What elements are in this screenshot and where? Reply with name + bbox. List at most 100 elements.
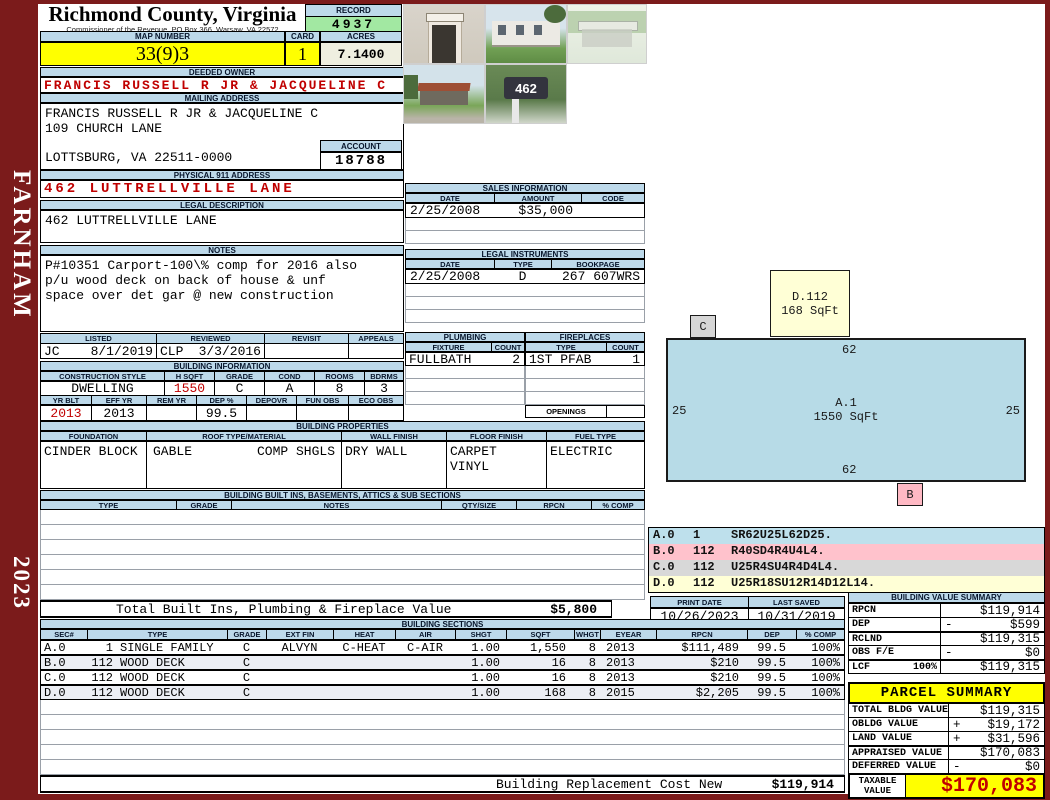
photo-outbuilding[interactable]	[403, 64, 485, 124]
house-window	[498, 25, 506, 35]
extfin-label: EXT FIN	[266, 630, 333, 639]
notes-label: NOTES	[40, 245, 404, 255]
parcel-label: APPRAISED VALUE	[849, 747, 949, 759]
parcel-sign: +	[953, 732, 961, 745]
row-type-name: WOOD DECK	[120, 671, 185, 684]
photo-mailbox[interactable]: 462	[485, 64, 567, 124]
bvs-label: LCF	[852, 661, 871, 673]
code-num: 112	[693, 560, 715, 574]
sketch-a-dim-top: 62	[842, 343, 857, 357]
rpcn-label: RPCN	[656, 630, 747, 639]
row-grade: C	[242, 671, 251, 684]
built-ins-header: TYPE GRADE NOTES QTY/SIZE RPCN % COMP	[40, 500, 645, 510]
row-comp: 100%	[811, 641, 840, 654]
sketch-code-row: A.0 1 SR62U25L62D25.	[649, 528, 1044, 544]
bdrms-label: BDRMS	[364, 372, 403, 380]
rooms-label: ROOMS	[314, 372, 364, 380]
row-sec: A.0	[44, 641, 66, 654]
code-sec: A.0	[653, 528, 675, 542]
bvs-value: $119,914	[979, 604, 1040, 617]
sketch-section-b: B	[897, 483, 923, 506]
fuel-type-value: ELECTRIC	[546, 442, 644, 488]
row-sqft: 168	[544, 686, 566, 699]
code-sec: D.0	[653, 576, 675, 590]
section-empty-row	[40, 715, 845, 730]
row-shgt: 1.00	[471, 686, 500, 699]
sales-date: 2/25/2008	[410, 204, 481, 217]
floor-finish-value-2: VINYL	[450, 459, 490, 474]
acres-label: ACRES	[320, 31, 402, 42]
instr-bookpage-label: BOOKPAGE	[551, 260, 644, 268]
building-section-row: D.0 112 WOOD DECK C 1.00 168 8 2015 $2,20…	[40, 685, 845, 700]
row-extfin: ALVYN	[281, 641, 318, 654]
built-ins-empty-row	[40, 540, 645, 555]
property-record-card: FARNHAM 2023 Richmond County, Virginia C…	[0, 0, 1050, 800]
card-label: CARD	[285, 31, 320, 42]
red-roof	[417, 83, 471, 91]
instruments-empty-row	[405, 310, 645, 323]
cond-label: COND	[264, 372, 314, 380]
row-heat	[333, 671, 395, 684]
code-string: U25R18SU12R14D12L14.	[731, 576, 876, 590]
sketch-codes: A.0 1 SR62U25L62D25. B.0 112 R40SD4R4U4L…	[648, 527, 1045, 593]
revisit-value	[264, 344, 348, 358]
building-section-row: A.0 1 SINGLE FAMILY C ALVYN C-HEAT C-AIR …	[40, 640, 845, 655]
bvs-value: $599	[1009, 618, 1040, 631]
notes-line-3: space over det gar @ new construction	[45, 288, 334, 303]
fireplace-count-label: COUNT	[606, 343, 644, 351]
parcel-label: OBLDG VALUE	[849, 718, 949, 731]
parcel-value: $119,315	[979, 704, 1040, 717]
plumbing-empty-row	[405, 366, 525, 379]
acres-value: 7.1400	[320, 42, 402, 66]
building-section-row: C.0 112 WOOD DECK C 1.00 16 8 2013 $210 9…	[40, 670, 845, 685]
notes-line-2: p/u wood deck on back of house & unf	[45, 273, 326, 288]
photo-carport[interactable]	[567, 4, 647, 64]
fireplaces-empty-row	[525, 392, 645, 405]
sketch-code-row: C.0 112 U25R4SU4R4D4L4.	[649, 560, 1044, 576]
sketch-a-dim-left: 25	[672, 404, 687, 418]
dep-pct-value: 99.5	[196, 406, 246, 420]
fireplaces-row: 1ST PFAB 1	[525, 352, 645, 366]
photo-house-front[interactable]	[485, 4, 567, 64]
row-rpcn: $111,489	[681, 641, 739, 654]
sketch-code-row: B.0 112 R40SD4R4U4L4.	[649, 544, 1044, 560]
county-title: Richmond County, Virginia	[48, 2, 297, 26]
row-heat	[333, 656, 395, 669]
row-type-code: 112	[91, 686, 113, 699]
listed-date: 8/1/2019	[90, 344, 153, 358]
sketch-a-label: A.1	[835, 396, 857, 410]
listed-label: LISTED	[41, 334, 156, 343]
row-shgt: 1.00	[471, 656, 500, 669]
building-value-summary-band: BUILDING VALUE SUMMARY	[848, 592, 1045, 603]
photo-garage-door[interactable]	[403, 4, 485, 64]
sales-header: DATE AMOUNT CODE	[405, 193, 645, 203]
parcel-value: $170,083	[979, 747, 1040, 759]
sketch-c-label: C	[699, 319, 707, 334]
yrblt-label: YR BLT	[41, 396, 91, 404]
row-extfin	[266, 656, 333, 669]
code-string: SR62U25L62D25.	[731, 528, 832, 542]
bi-qty-label: QTY/SIZE	[441, 501, 516, 509]
map-number-label: MAP NUMBER	[40, 31, 285, 42]
fireplaces-empty-row	[525, 379, 645, 392]
mailbox-number: 462	[504, 77, 548, 99]
wall-finish-value: DRY WALL	[341, 442, 446, 488]
bvs-label: DEP	[849, 618, 941, 631]
fixture-value: FULLBATH	[409, 353, 472, 365]
district-label: FARNHAM	[8, 170, 35, 320]
row-whgt: 8	[588, 641, 596, 654]
deeded-owner-label: DEEDED OWNER	[40, 67, 404, 77]
fireplace-type-label: TYPE	[526, 343, 606, 351]
openings-row: OPENINGS	[525, 405, 645, 418]
house-window	[534, 25, 542, 35]
code-sec: B.0	[653, 544, 675, 558]
legal-instruments-band: LEGAL INSTRUMENTS	[405, 249, 645, 259]
grade-value: C	[214, 382, 264, 395]
bvs-value: $119,315	[979, 633, 1040, 645]
instr-type-label: TYPE	[494, 260, 551, 268]
funobs-value	[296, 406, 348, 420]
appeals-label: APPEALS	[348, 334, 403, 343]
built-ins-empty-row	[40, 510, 645, 525]
sketch-d-area: 168 SqFt	[781, 303, 839, 318]
appeals-value	[348, 344, 403, 358]
